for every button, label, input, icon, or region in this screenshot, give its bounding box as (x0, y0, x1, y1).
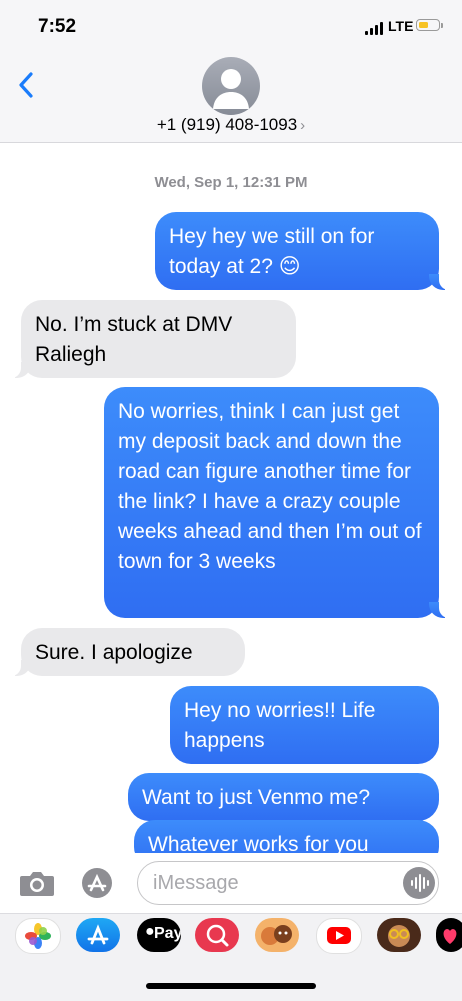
message-text: Sure. I apologize (35, 641, 193, 664)
message-bubble-outgoing[interactable]: Hey no worries!! Life happens (170, 686, 439, 764)
battery-icon (416, 19, 440, 31)
message-bubble-outgoing[interactable]: No worries, think I can just get my depo… (104, 387, 449, 618)
message-text: No. I’m stuck at DMV Raliegh (35, 313, 233, 366)
memoji-stickers-icon[interactable] (255, 918, 299, 952)
audio-waveform-icon[interactable] (403, 867, 435, 899)
apple-pay-icon[interactable]: ● Pay (137, 918, 181, 952)
person-silhouette-icon (213, 69, 249, 109)
digital-touch-icon[interactable] (436, 918, 462, 952)
app-store-icon[interactable] (76, 918, 120, 952)
camera-icon[interactable] (18, 868, 56, 898)
contact-name-button[interactable]: +1 (919) 408-1093 › (0, 115, 462, 135)
message-bubble-outgoing[interactable]: Hey hey we still on for today at 2? 😊 (155, 212, 449, 290)
message-text: Want to just Venmo me? (142, 786, 370, 809)
message-bubble-outgoing[interactable]: Want to just Venmo me? (128, 773, 439, 821)
message-timestamp: Wed, Sep 1, 12:31 PM (154, 174, 308, 191)
message-bubble-incoming[interactable]: Sure. I apologize (11, 628, 245, 676)
status-time: 7:52 (38, 16, 77, 37)
battery-nub (441, 23, 443, 28)
contact-avatar[interactable] (202, 57, 260, 115)
message-text: Hey hey we still on for today at 2? 😊 (169, 225, 375, 278)
input-placeholder: iMessage (153, 872, 239, 894)
cellular-signal-icon (365, 21, 385, 35)
memoji-icon[interactable] (377, 918, 421, 952)
youtube-icon[interactable] (316, 918, 362, 954)
imessage-input[interactable]: iMessage (137, 861, 439, 905)
message-text: Hey no worries!! Life happens (184, 699, 376, 752)
chevron-right-icon: › (300, 117, 306, 134)
conversation-header: 7:52 LTE +1 (919) 408-1093 › (0, 0, 462, 143)
app-store-icon[interactable] (78, 866, 116, 900)
home-indicator[interactable] (146, 983, 316, 989)
message-bubble-incoming[interactable]: No. I’m stuck at DMV Raliegh (11, 300, 296, 378)
image-search-icon[interactable] (195, 918, 239, 952)
photos-icon[interactable] (15, 918, 61, 954)
apple-pay-label: Pay (154, 925, 181, 942)
network-type: LTE (388, 18, 414, 34)
contact-name: +1 (919) 408-1093 (156, 115, 298, 134)
back-chevron-icon[interactable] (14, 66, 44, 106)
message-text: No worries, think I can just get my depo… (118, 400, 422, 573)
